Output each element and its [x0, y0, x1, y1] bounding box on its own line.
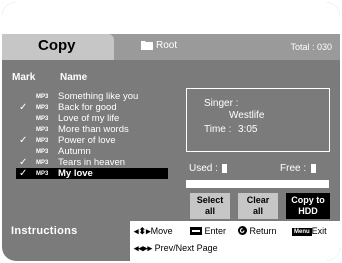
used-label: Used : — [189, 163, 218, 174]
folder-icon — [141, 41, 153, 50]
mark-column-header: Mark — [12, 72, 36, 83]
select-all-button[interactable]: Select all — [190, 193, 230, 219]
clear-all-label-1: Clear — [246, 195, 270, 205]
capacity-bar — [186, 180, 329, 188]
menu-key-icon: Menu — [292, 228, 312, 236]
hint-page-text: Prev/Next Page — [154, 243, 218, 253]
hint-move: ◂⬍▸Move — [134, 226, 173, 237]
hint-enter: Enter — [190, 226, 226, 236]
time-label: Time : — [204, 124, 232, 135]
enter-key-icon — [190, 227, 202, 235]
track-title: My love — [58, 168, 93, 179]
hint-return: Return — [238, 226, 277, 236]
copy-to-hdd-label-2: HDD — [298, 206, 318, 216]
track-title: Tears in heaven — [58, 157, 126, 168]
track-title: Autumn — [58, 146, 91, 157]
track-row[interactable]: ✓ MP3 Tears in heaven — [16, 157, 168, 168]
instructions-panel: ◂⬍▸Move Enter Return Menu Exit ◂◂▸▸ Prev/… — [130, 221, 340, 261]
copy-screen: Copy Root Total : 030 Mark Name MP3 Some… — [2, 2, 340, 261]
total-count: Total : 030 — [290, 42, 332, 52]
singer-value: Westlife — [229, 110, 265, 121]
track-title: Love of my life — [58, 113, 120, 124]
clear-all-button[interactable]: Clear all — [238, 193, 278, 219]
track-title: Something like you — [58, 91, 139, 102]
hint-exit: Menu Exit — [292, 226, 327, 236]
hint-return-text: Return — [249, 226, 277, 236]
track-row[interactable]: MP3 Something like you — [16, 91, 168, 102]
track-row[interactable]: MP3 Love of my life — [16, 113, 168, 124]
select-all-label-2: all — [204, 206, 215, 216]
singer-label: Singer : — [204, 98, 239, 109]
check-icon: ✓ — [19, 102, 28, 113]
copy-to-hdd-button[interactable]: Copy to HDD — [286, 193, 330, 219]
name-column-header: Name — [60, 72, 88, 83]
move-arrows-icon: ◂⬍▸ — [134, 226, 151, 236]
track-title: Power of love — [58, 135, 116, 146]
track-title: More than words — [58, 124, 129, 135]
time-value: 3:05 — [238, 124, 258, 135]
return-icon — [238, 226, 247, 235]
hint-enter-text: Enter — [204, 226, 227, 236]
select-all-label-1: Select — [196, 195, 224, 205]
header: Copy Root Total : 030 — [2, 2, 340, 60]
instructions-label: Instructions — [11, 225, 78, 237]
free-indicator — [311, 164, 316, 173]
folder-label: Root — [156, 40, 178, 51]
track-row-selected[interactable]: ✓ MP3 My love — [16, 168, 168, 179]
check-icon: ✓ — [19, 135, 28, 146]
check-icon: ✓ — [19, 168, 28, 179]
track-row[interactable]: ✓ MP3 Back for good — [16, 102, 168, 113]
hint-page: ◂◂▸▸ Prev/Next Page — [134, 243, 218, 254]
page-arrows-icon: ◂◂▸▸ — [134, 243, 153, 253]
clear-all-label-2: all — [252, 206, 263, 216]
track-info-box: Singer : Westlife Time : 3:05 — [186, 88, 330, 152]
hint-move-text: Move — [150, 226, 173, 236]
mp3-icon: MP3 — [36, 171, 49, 177]
track-row[interactable]: MP3 More than words — [16, 124, 168, 135]
used-indicator — [222, 164, 227, 173]
page-title: Copy — [38, 37, 76, 54]
hint-exit-text: Exit — [311, 226, 327, 236]
free-label: Free : — [280, 163, 307, 174]
track-row[interactable]: ✓ MP3 Power of love — [16, 135, 168, 146]
check-icon: ✓ — [19, 157, 28, 168]
track-title: Back for good — [58, 102, 117, 113]
track-row[interactable]: MP3 Autumn — [16, 146, 168, 157]
copy-to-hdd-label-1: Copy to — [291, 195, 325, 205]
